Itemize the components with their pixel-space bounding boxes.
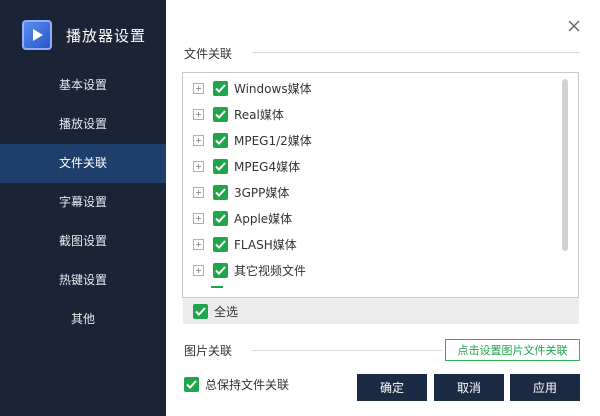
sidebar-item-screenshot-settings[interactable]: 截图设置 <box>0 222 166 261</box>
sidebar-nav: 基本设置 播放设置 文件关联 字幕设置 截图设置 热键设置 其他 <box>0 66 166 339</box>
plus-expand-icon[interactable] <box>193 108 204 120</box>
checkmark-icon <box>186 380 197 389</box>
keep-association-checkbox[interactable] <box>184 377 199 392</box>
list-item: MPEG1/2媒体 <box>193 130 312 150</box>
list-item: Real媒体 <box>193 104 284 124</box>
ok-button[interactable]: 确定 <box>357 374 427 401</box>
plus-expand-icon[interactable] <box>193 186 204 198</box>
apply-button[interactable]: 应用 <box>510 374 580 401</box>
checkmark-icon <box>215 213 226 223</box>
plus-expand-icon[interactable] <box>193 212 204 224</box>
checkbox-flash-media[interactable] <box>213 236 228 252</box>
sidebar-item-playback-settings[interactable]: 播放设置 <box>0 105 166 144</box>
checkbox-windows-media[interactable] <box>213 80 228 96</box>
checkbox-mpeg12-media[interactable] <box>213 132 228 148</box>
list-item: 其它视频文件 <box>193 260 306 280</box>
section-divider <box>252 350 442 351</box>
checkbox-other-video[interactable] <box>213 262 228 278</box>
list-item-label: FLASH媒体 <box>234 237 297 252</box>
list-item-label: Windows媒体 <box>234 81 312 96</box>
checkmark-icon <box>215 187 226 197</box>
plus-expand-icon[interactable] <box>193 238 204 250</box>
list-item: MPEG4媒体 <box>193 156 300 176</box>
checkbox-mpeg4-media[interactable] <box>213 158 228 174</box>
file-type-list[interactable]: Windows媒体 Real媒体 MPEG1/2媒体 MPEG4媒体 3GPP媒… <box>182 72 579 298</box>
list-item: 3GPP媒体 <box>193 182 289 202</box>
sidebar-item-file-association[interactable]: 文件关联 <box>0 144 166 183</box>
close-icon[interactable] <box>562 14 586 38</box>
sidebar-item-other[interactable]: 其他 <box>0 300 166 339</box>
select-all-label: 全选 <box>214 304 239 319</box>
list-item-label: 其它视频文件 <box>234 263 307 278</box>
checkbox-apple-media[interactable] <box>213 210 228 226</box>
sidebar: 播放器设置 基本设置 播放设置 文件关联 字幕设置 截图设置 热键设置 其他 <box>0 0 166 416</box>
image-association-title: 图片关联 <box>184 344 233 358</box>
list-item-label: 3GPP媒体 <box>234 185 290 200</box>
list-item-label: MPEG1/2媒体 <box>234 133 312 148</box>
select-all-bar: 全选 <box>183 298 579 324</box>
section-divider <box>252 52 580 53</box>
checkbox-3gpp-media[interactable] <box>213 184 228 200</box>
select-all-checkbox[interactable] <box>193 303 208 319</box>
sidebar-item-subtitle-settings[interactable]: 字幕设置 <box>0 183 166 222</box>
keep-association-row: 总保持文件关联 <box>184 376 289 393</box>
checkmark-icon <box>195 306 206 316</box>
list-item-label: Apple媒体 <box>234 211 293 226</box>
checkmark-icon <box>215 239 226 249</box>
file-association-title: 文件关联 <box>184 47 233 61</box>
checkmark-icon <box>215 83 226 93</box>
sidebar-item-basic-settings[interactable]: 基本设置 <box>0 66 166 105</box>
cancel-button[interactable]: 取消 <box>434 374 504 401</box>
list-item: FLASH媒体 <box>193 234 297 254</box>
list-item-label: MPEG4媒体 <box>234 159 301 174</box>
player-logo-icon <box>22 20 52 50</box>
partial-row-mark <box>211 286 223 288</box>
checkmark-icon <box>215 161 226 171</box>
keep-association-label: 总保持文件关联 <box>205 378 290 392</box>
checkmark-icon <box>215 265 226 275</box>
app-title: 播放器设置 <box>66 26 147 45</box>
sidebar-item-hotkey-settings[interactable]: 热键设置 <box>0 261 166 300</box>
list-scrollbar[interactable] <box>562 79 568 251</box>
checkmark-icon <box>215 135 226 145</box>
checkbox-real-media[interactable] <box>213 106 228 122</box>
set-image-association-button[interactable]: 点击设置图片文件关联 <box>445 339 580 361</box>
plus-expand-icon[interactable] <box>193 264 204 276</box>
plus-expand-icon[interactable] <box>193 160 204 172</box>
plus-expand-icon[interactable] <box>193 134 204 146</box>
app-header: 播放器设置 <box>22 18 146 52</box>
checkmark-icon <box>215 109 226 119</box>
list-item-label: Real媒体 <box>234 107 284 122</box>
list-item: Windows媒体 <box>193 78 312 98</box>
plus-expand-icon[interactable] <box>193 82 204 94</box>
list-item: Apple媒体 <box>193 208 292 228</box>
